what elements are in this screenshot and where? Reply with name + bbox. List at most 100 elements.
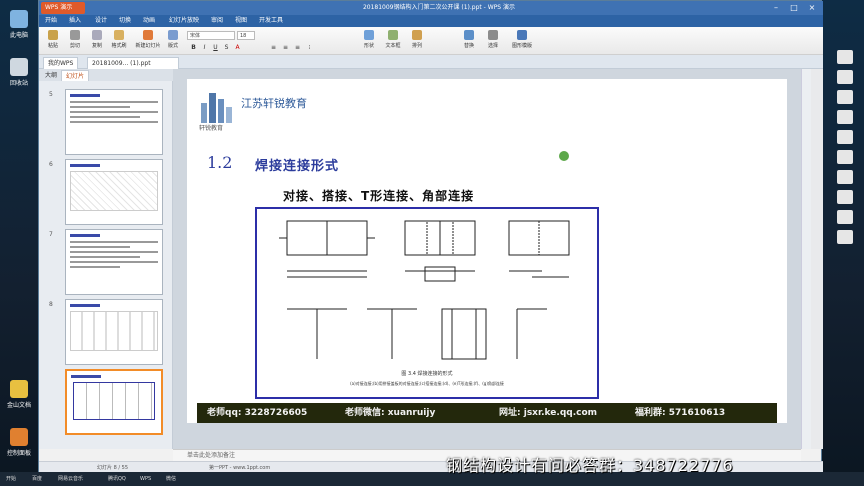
layout-icon (168, 30, 178, 40)
textbox-button[interactable]: 文本框 (383, 30, 403, 49)
slide-thumbnail[interactable] (65, 159, 163, 225)
app-icon[interactable] (837, 170, 853, 184)
menu-design[interactable]: 设计 (95, 15, 107, 27)
control-panel-icon (10, 428, 28, 446)
italic-button[interactable]: I (200, 43, 209, 52)
slide-number: 8 (49, 301, 53, 308)
pointer-indicator (559, 151, 569, 161)
paste-icon (48, 30, 58, 40)
taskbar: 开始 百度 网易云音乐 腾讯QQ WPS 微信 (0, 472, 864, 486)
shadow-button[interactable]: S (222, 43, 231, 52)
font-name-select[interactable]: 宋体 (187, 31, 235, 40)
app-icon[interactable] (837, 130, 853, 144)
desktop-icon-computer[interactable]: 此电脑 (2, 10, 36, 39)
bold-button[interactable]: B (189, 43, 198, 52)
slide-thumbnail[interactable] (65, 89, 163, 155)
slide-editor: 江苏轩锐教育 轩锐教育 1.2 焊接连接形式 对接、搭接、T形连接、角部连接 图… (173, 69, 801, 449)
select-button[interactable]: 选择 (483, 30, 503, 49)
slide-thumbnail[interactable] (65, 299, 163, 365)
app-icon[interactable] (837, 210, 853, 224)
menu-developer[interactable]: 开发工具 (259, 15, 283, 27)
panel-tabs: 大纲 幻灯片 (39, 69, 173, 81)
select-icon (488, 30, 498, 40)
app-icon[interactable] (837, 150, 853, 164)
layout-button[interactable]: 版式 (163, 30, 183, 49)
taskbar-item[interactable]: WPS (140, 474, 151, 484)
taskbar-item[interactable]: 微信 (166, 474, 176, 484)
font-size-select[interactable]: 18 (237, 31, 255, 40)
brand-name: 江苏轩锐教育 (241, 97, 307, 110)
cut-button[interactable]: 剪切 (65, 30, 85, 49)
current-slide[interactable]: 江苏轩锐教育 轩锐教育 1.2 焊接连接形式 对接、搭接、T形连接、角部连接 图… (187, 79, 787, 423)
window-title: 20181009钢结构入门第二次公开课 (1).ppt - WPS 演示 (362, 4, 516, 11)
menu-slideshow[interactable]: 幻灯片放映 (169, 15, 199, 27)
app-icon[interactable] (837, 70, 853, 84)
menu-bar: 开始 插入 设计 切换 动画 幻灯片放映 审阅 视图 开发工具 (39, 15, 823, 27)
section-title: 焊接连接形式 (255, 159, 340, 174)
folder-icon (10, 380, 28, 398)
slide-thumbnail-panel: 大纲 幻灯片 5 6 7 8 (39, 69, 173, 449)
close-icon[interactable]: × (803, 1, 821, 15)
teacher-qq: 老师qq: 3228726605 (207, 408, 308, 418)
app-icon[interactable] (837, 50, 853, 64)
menu-view[interactable]: 视图 (235, 15, 247, 27)
copy-icon (92, 30, 102, 40)
app-icon[interactable] (837, 90, 853, 104)
start-button[interactable]: 开始 (6, 474, 16, 484)
template-button[interactable]: 图形模版 (509, 30, 535, 49)
ribbon: 粘贴 剪切 复制 格式刷 新建幻灯片 版式 宋体 18 B I U S A ≡ … (39, 27, 823, 55)
menu-insert[interactable]: 插入 (69, 15, 81, 27)
maximize-icon[interactable]: □ (785, 1, 803, 15)
underline-button[interactable]: U (211, 43, 220, 52)
copy-button[interactable]: 复制 (87, 30, 107, 49)
font-color-button[interactable]: A (233, 43, 242, 52)
app-tab[interactable]: WPS 演示 (41, 2, 85, 14)
format-painter-button[interactable]: 格式刷 (109, 30, 129, 49)
bullets-button[interactable]: ⁝ (305, 43, 314, 52)
align-center-button[interactable]: ≡ (281, 43, 290, 52)
figure-caption: 图 3.4 焊接连接的形式 (401, 370, 452, 377)
replace-button[interactable]: 替换 (459, 30, 479, 49)
brush-icon (114, 30, 124, 40)
arrange-button[interactable]: 排列 (407, 30, 427, 49)
slide-thumbnail-selected[interactable] (65, 369, 163, 435)
contact-banner: 老师qq: 3228726605 老师微信: xuanruijy 网址: jsx… (197, 403, 777, 423)
tab-current-ppt[interactable]: 20181009... (1).ppt (87, 57, 179, 69)
taskbar-item[interactable]: 网易云音乐 (58, 474, 83, 484)
paste-button[interactable]: 粘贴 (43, 30, 63, 49)
menu-review[interactable]: 审阅 (211, 15, 223, 27)
computer-icon (10, 10, 28, 28)
desktop-icon-docs[interactable]: 金山文档 (2, 380, 36, 409)
menu-animation[interactable]: 动画 (143, 15, 155, 27)
desktop-icon-control[interactable]: 控制面板 (2, 428, 36, 457)
shapes-icon (364, 30, 374, 40)
desktop-icon-recycle[interactable]: 回收站 (2, 58, 36, 87)
app-icon[interactable] (837, 190, 853, 204)
app-icon[interactable] (837, 110, 853, 124)
right-desktop-icons (826, 50, 864, 470)
replace-icon (464, 30, 474, 40)
tab-slides[interactable]: 幻灯片 (61, 70, 90, 81)
slide-number: 6 (49, 161, 53, 168)
figure-note: (a)对接连接;(b)用拼接盖板的对接连接;(c)搭接连接;(d)、(e)T形连… (350, 380, 504, 386)
menu-home[interactable]: 开始 (45, 15, 57, 27)
arrange-icon (412, 30, 422, 40)
align-right-button[interactable]: ≡ (293, 43, 302, 52)
align-left-button[interactable]: ≡ (269, 43, 278, 52)
tab-outline[interactable]: 大纲 (41, 70, 61, 81)
taskbar-item[interactable]: 腾讯QQ (108, 474, 126, 484)
new-slide-button[interactable]: 新建幻灯片 (135, 30, 161, 49)
tab-my-wps[interactable]: 我的WPS (43, 57, 79, 69)
logo-icon (201, 93, 232, 123)
slide-number: 5 (49, 91, 53, 98)
minimize-icon[interactable]: – (767, 1, 785, 15)
slide-thumbnail[interactable] (65, 229, 163, 295)
taskbar-item[interactable]: 百度 (32, 474, 42, 484)
app-icon[interactable] (837, 230, 853, 244)
vertical-scrollbar[interactable] (801, 69, 811, 449)
shapes-button[interactable]: 形状 (359, 30, 379, 49)
menu-transition[interactable]: 切换 (119, 15, 131, 27)
weld-connection-figure: 图 3.4 焊接连接的形式 (a)对接连接;(b)用拼接盖板的对接连接;(c)搭… (255, 207, 599, 399)
slide-subtitle: 对接、搭接、T形连接、角部连接 (283, 189, 475, 203)
website: 网址: jsxr.ke.qq.com (499, 408, 598, 418)
